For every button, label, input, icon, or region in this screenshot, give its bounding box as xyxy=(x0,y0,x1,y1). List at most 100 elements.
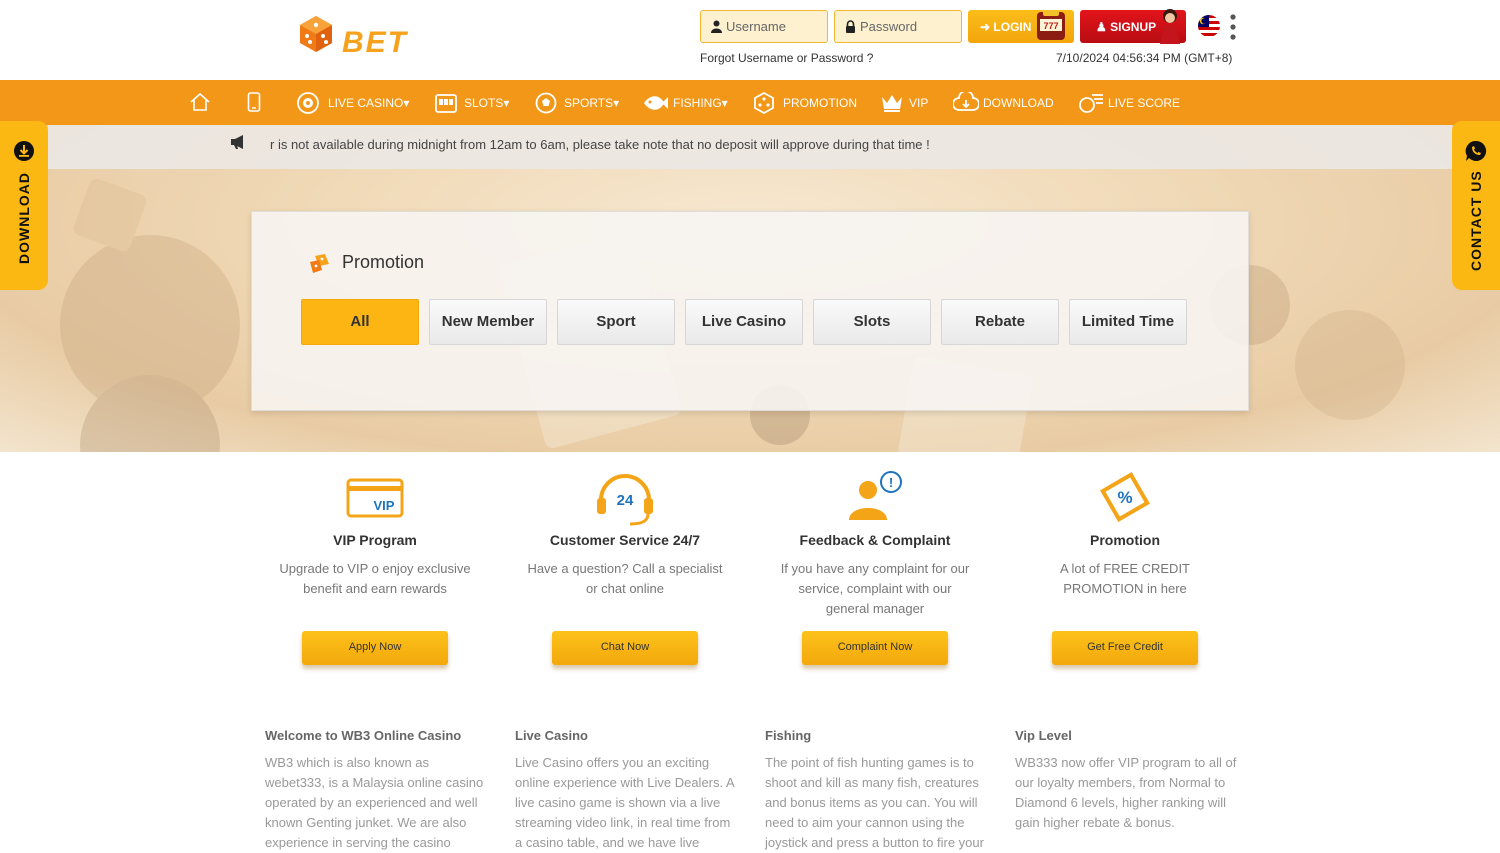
fish-icon xyxy=(644,96,668,110)
forgot-password-link[interactable]: Forgot Username or Password ? xyxy=(700,51,873,65)
nav-promotion[interactable]: PROMOTION xyxy=(752,80,858,125)
info-welcome: Welcome to WB3 Online Casino WB3 which i… xyxy=(265,728,489,853)
signup-button[interactable]: ♟ SIGNUP xyxy=(1080,9,1186,44)
login-button[interactable]: ➜ LOGIN 777 xyxy=(968,10,1074,43)
info-title: Live Casino xyxy=(515,728,588,743)
megaphone-icon xyxy=(231,135,243,149)
promotion-dice-icon xyxy=(310,254,329,273)
info-live-casino: Live Casino Live Casino offers you an ex… xyxy=(515,728,739,853)
password-input[interactable] xyxy=(860,11,960,42)
svg-text:VIP: VIP xyxy=(374,498,395,513)
svg-text:!: ! xyxy=(889,475,893,490)
info-body: Live Casino offers you an exciting onlin… xyxy=(515,755,734,850)
sign-in-icon: ➜ xyxy=(980,20,991,34)
logo-text: BET xyxy=(342,26,408,59)
tab-slots[interactable]: Slots xyxy=(813,299,931,345)
feature-description: If you have any complaint for our servic… xyxy=(780,561,970,616)
announcement-text: r is not available during midnight from … xyxy=(270,137,930,152)
info-title: Vip Level xyxy=(1015,728,1072,743)
add-user-icon: ♟ xyxy=(1096,20,1107,34)
svg-text:24: 24 xyxy=(617,492,634,509)
top-header: BET ➜ LOGIN 777 ♟ SIGNUP xyxy=(0,0,1500,80)
nav-live-casino-label: LIVE CASINO xyxy=(328,96,404,110)
info-body: WB333 now offer VIP program to all of ou… xyxy=(1015,755,1237,830)
feature-description: A lot of FREE CREDIT PROMOTION in here xyxy=(1059,561,1191,596)
complaint-now-button[interactable]: Complaint Now xyxy=(802,631,948,665)
username-input[interactable] xyxy=(726,11,826,42)
site-logo[interactable]: BET xyxy=(296,12,416,62)
percent-tag-icon: % xyxy=(1100,472,1150,522)
tab-limited-time[interactable]: Limited Time xyxy=(1069,299,1187,345)
tab-rebate[interactable]: Rebate xyxy=(941,299,1059,345)
caret-down-icon: ▾ xyxy=(721,96,728,110)
main-nav: LIVE CASINO▾ SLOTS▾ SPORTS▾ FISHING▾ PRO… xyxy=(0,80,1500,125)
caret-down-icon: ▾ xyxy=(613,96,620,110)
nav-slots-label: SLOTS xyxy=(464,96,504,110)
contact-us-side-label: CONTACT US xyxy=(1468,170,1484,271)
feature-description: Have a question? Call a specialist or ch… xyxy=(527,561,723,596)
feature-title: VIP Program xyxy=(333,532,417,548)
lock-icon xyxy=(846,20,855,33)
user-icon xyxy=(711,20,722,33)
info-body: WB3 which is also known as webet333, is … xyxy=(265,755,484,850)
whatsapp-icon xyxy=(1465,140,1487,161)
apply-now-button[interactable]: Apply Now xyxy=(302,631,448,665)
signup-label: ♟ SIGNUP xyxy=(1096,20,1157,34)
download-side-tab[interactable]: DOWNLOAD xyxy=(0,121,48,290)
tab-new-member[interactable]: New Member xyxy=(429,299,547,345)
nav-home[interactable] xyxy=(188,80,212,125)
hostess-badge-icon xyxy=(1160,9,1180,44)
get-free-credit-button[interactable]: Get Free Credit xyxy=(1052,631,1198,665)
slot-machine-icon xyxy=(435,94,457,113)
nav-live-casino[interactable]: LIVE CASINO▾ xyxy=(296,80,412,125)
username-field-wrap xyxy=(700,10,828,43)
caret-down-icon: ▾ xyxy=(503,96,510,110)
nav-sports[interactable]: SPORTS▾ xyxy=(535,80,621,125)
more-options-icon[interactable] xyxy=(1230,14,1236,40)
nav-promotion-label: PROMOTION xyxy=(783,96,857,110)
home-icon xyxy=(190,92,210,111)
download-icon xyxy=(953,92,979,111)
mobile-icon xyxy=(247,92,261,112)
feature-title: Feedback & Complaint xyxy=(799,532,951,548)
password-field-wrap xyxy=(834,10,962,43)
live-score-icon xyxy=(1079,94,1103,113)
feature-title: Customer Service 24/7 xyxy=(549,532,701,548)
soccer-ball-icon xyxy=(535,92,557,114)
nav-vip[interactable]: VIP xyxy=(880,80,930,125)
tab-live-casino[interactable]: Live Casino xyxy=(685,299,803,345)
nav-slots[interactable]: SLOTS▾ xyxy=(434,80,514,125)
info-body: The point of fish hunting games is to sh… xyxy=(765,755,984,850)
nav-fishing[interactable]: FISHING▾ xyxy=(642,80,732,125)
svg-text:777: 777 xyxy=(1043,21,1058,31)
nav-live-score[interactable]: LIVE SCORE xyxy=(1078,80,1181,125)
info-title: Fishing xyxy=(765,728,812,743)
feature-description: Upgrade to VIP o enjoy exclusive benefit… xyxy=(279,561,471,596)
slot-machine-badge-icon: 777 xyxy=(1037,10,1065,40)
nav-live-score-label: LIVE SCORE xyxy=(1108,96,1181,110)
svg-text:%: % xyxy=(1117,488,1132,507)
tab-all[interactable]: All xyxy=(301,299,419,345)
login-label: ➜ LOGIN xyxy=(980,20,1032,34)
feedback-person-icon: ! xyxy=(849,471,902,520)
hero-banner: r is not available during midnight from … xyxy=(0,125,1500,452)
contact-us-side-tab[interactable]: CONTACT US xyxy=(1452,121,1500,290)
info-title: Welcome to WB3 Online Casino xyxy=(265,728,462,743)
promotion-dice-icon xyxy=(754,91,774,115)
dice-logo-icon xyxy=(300,16,332,52)
nav-vip-label: VIP xyxy=(909,96,929,110)
nav-download[interactable]: DOWNLOAD xyxy=(953,80,1055,125)
tab-sport[interactable]: Sport xyxy=(557,299,675,345)
promotion-filter-card: Promotion All New Member Sport Live Casi… xyxy=(251,211,1249,411)
malaysia-flag-icon[interactable] xyxy=(1198,15,1220,37)
nav-fishing-label: FISHING xyxy=(673,96,722,110)
roulette-icon xyxy=(297,92,319,114)
headset-24-icon: 24 xyxy=(597,474,653,526)
nav-download-label: DOWNLOAD xyxy=(983,96,1054,110)
promotion-title: Promotion xyxy=(342,252,425,272)
crown-icon xyxy=(882,95,902,112)
info-fishing: Fishing The point of fish hunting games … xyxy=(765,728,989,853)
nav-sports-label: SPORTS xyxy=(564,96,614,110)
chat-now-button[interactable]: Chat Now xyxy=(552,631,698,665)
nav-mobile[interactable] xyxy=(246,80,262,125)
